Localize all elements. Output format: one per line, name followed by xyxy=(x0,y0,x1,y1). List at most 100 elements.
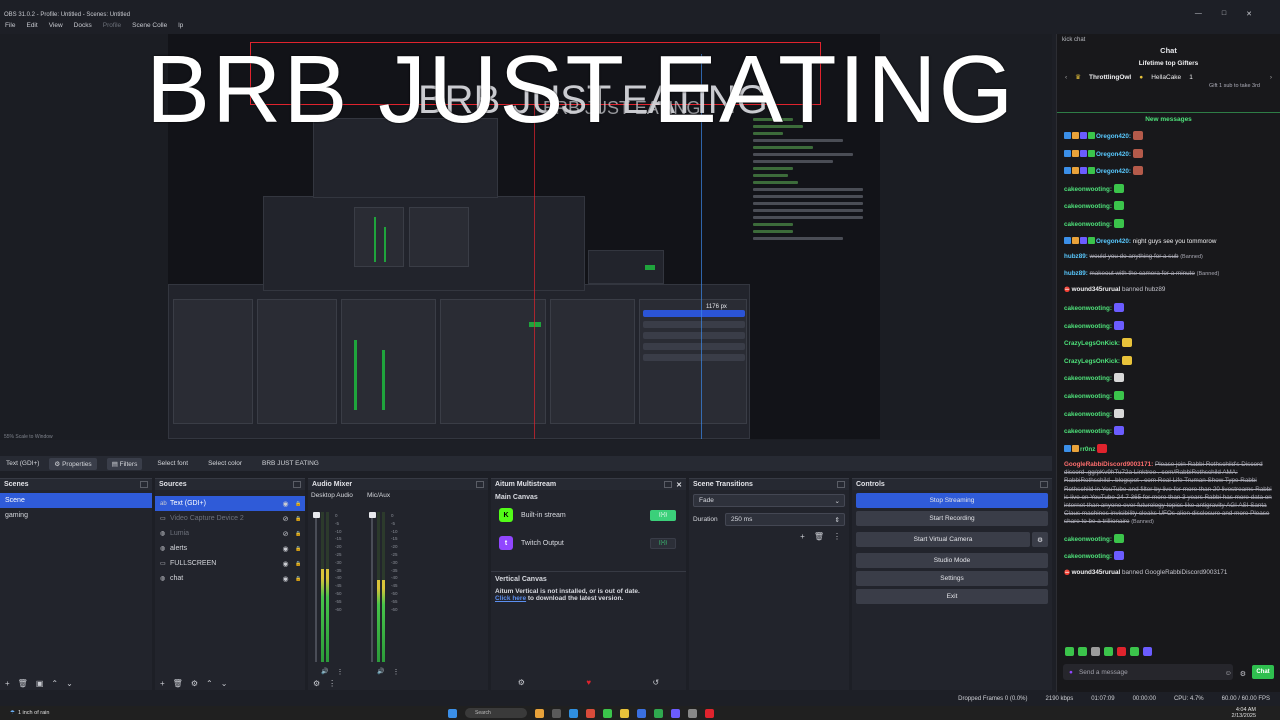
chat-username[interactable]: cakeonwooting: xyxy=(1064,186,1112,193)
app-icon[interactable] xyxy=(535,708,544,718)
emote-icon[interactable] xyxy=(1117,647,1126,656)
lock-icon[interactable]: 🔒 xyxy=(292,531,305,537)
app-icon[interactable] xyxy=(603,708,612,718)
start-recording-button[interactable]: Start Recording xyxy=(856,511,1048,526)
speaker-icon[interactable]: 🔊 xyxy=(377,668,384,676)
menu-view[interactable]: View xyxy=(49,22,63,34)
chat-username[interactable]: cakeonwooting: xyxy=(1064,305,1112,312)
emote-icon[interactable] xyxy=(1104,647,1113,656)
menu-docks[interactable]: Docks xyxy=(74,22,92,34)
chat-username[interactable]: hubz89: xyxy=(1064,270,1088,277)
emote-icon[interactable] xyxy=(1065,647,1074,656)
start-icon[interactable] xyxy=(448,708,457,718)
stream-toggle-button[interactable]: ((•)) xyxy=(650,537,676,549)
app-icon[interactable] xyxy=(705,708,714,718)
speaker-icon[interactable]: 🔊 xyxy=(321,668,328,676)
emote-icon[interactable] xyxy=(1143,647,1152,656)
remove-scene-icon[interactable]: 🗑 xyxy=(18,679,28,688)
menu-help[interactable]: lp xyxy=(178,22,183,34)
chat-username[interactable]: CrazyLegsOnKick: xyxy=(1064,358,1120,365)
add-transition-icon[interactable]: + xyxy=(800,532,805,541)
visibility-eye-icon[interactable]: ⊘ xyxy=(279,515,292,523)
chat-username[interactable]: Oregon420: xyxy=(1096,168,1131,175)
transition-menu-icon[interactable]: ⋮ xyxy=(833,532,841,541)
stream-toggle-button[interactable]: ((•)) xyxy=(650,509,676,521)
transition-select[interactable]: Fade ⌄ xyxy=(693,494,845,507)
source-item[interactable]: ◍ Lumia ⊘ 🔒 xyxy=(155,526,305,541)
chat-username[interactable]: cakeonwooting: xyxy=(1064,375,1112,382)
add-source-button[interactable]: + xyxy=(160,679,165,688)
weather-widget[interactable]: ☂ 1 inch of rain xyxy=(10,710,49,716)
chat-username[interactable]: GoogleRabbiDiscord9003171: xyxy=(1064,461,1153,468)
studio-mode-button[interactable]: Studio Mode xyxy=(856,553,1048,568)
brb-text-source[interactable]: BRB JUST EATING xyxy=(146,34,1015,146)
app-icon[interactable] xyxy=(654,708,663,718)
source-item[interactable]: ▭ Video Capture Device 2 ⊘ 🔒 xyxy=(155,511,305,526)
select-color-button[interactable]: Select color xyxy=(203,458,247,469)
menu-edit[interactable]: Edit xyxy=(26,22,37,34)
app-icon[interactable] xyxy=(586,708,595,718)
start-virtual-camera-button[interactable]: Start Virtual Camera xyxy=(856,532,1030,547)
chat-username[interactable]: wound345rurual xyxy=(1072,286,1121,293)
chat-username[interactable]: Oregon420: xyxy=(1096,133,1131,140)
chat-input[interactable]: ● Send a message xyxy=(1063,664,1233,680)
chat-username[interactable]: wound345rurual xyxy=(1072,569,1121,576)
app-icon[interactable] xyxy=(569,708,578,718)
folder-icon[interactable] xyxy=(620,708,629,718)
remove-transition-icon[interactable]: 🗑 xyxy=(814,532,824,541)
chat-username[interactable]: CrazyLegsOnKick: xyxy=(1064,340,1120,347)
text-value-field[interactable]: BRB JUST EATING xyxy=(257,458,324,469)
undock-icon[interactable] xyxy=(140,481,148,488)
chat-username[interactable]: Oregon420: xyxy=(1096,238,1131,245)
menu-file[interactable]: File xyxy=(5,22,15,34)
refresh-icon[interactable]: ↺ xyxy=(653,678,660,687)
undock-icon[interactable] xyxy=(293,481,301,488)
move-up-icon[interactable]: ⌃ xyxy=(51,679,58,688)
chevron-right-icon[interactable]: › xyxy=(1270,74,1272,81)
menu-scene-collection[interactable]: Scene Colle xyxy=(132,22,167,34)
visibility-eye-icon[interactable]: ◉ xyxy=(279,575,292,583)
lock-icon[interactable]: 🔒 xyxy=(292,546,305,552)
emote-icon[interactable] xyxy=(1091,647,1100,656)
scene-item[interactable]: gaming xyxy=(0,508,152,523)
lock-icon[interactable]: 🔒 xyxy=(292,516,305,522)
source-item[interactable]: ▭ FULLSCREEN ◉ 🔒 xyxy=(155,556,305,571)
scene-filters-icon[interactable]: ▣ xyxy=(36,679,44,688)
chat-username[interactable]: hubz89: xyxy=(1064,253,1088,260)
chevron-left-icon[interactable]: ‹ xyxy=(1065,74,1067,81)
channel-menu-icon[interactable]: ⋮ xyxy=(336,668,343,676)
settings-icon[interactable]: ⚙ xyxy=(1240,670,1246,678)
download-link[interactable]: Click here xyxy=(495,595,526,602)
obs-icon[interactable] xyxy=(688,708,697,718)
visibility-eye-icon[interactable]: ◉ xyxy=(279,545,292,553)
chat-username[interactable]: Oregon420: xyxy=(1096,151,1131,158)
move-down-icon[interactable]: ⌄ xyxy=(66,679,73,688)
minimize-button[interactable]: — xyxy=(1195,10,1202,18)
lock-icon[interactable]: 🔒 xyxy=(292,501,305,507)
chat-username[interactable]: rr0nz xyxy=(1080,446,1095,453)
volume-fader[interactable] xyxy=(313,512,320,662)
add-scene-button[interactable]: + xyxy=(5,679,10,688)
visibility-eye-icon[interactable]: ⊘ xyxy=(279,530,292,538)
source-item[interactable]: ◍ alerts ◉ 🔒 xyxy=(155,541,305,556)
visibility-eye-icon[interactable]: ◉ xyxy=(279,560,292,568)
lock-icon[interactable]: 🔒 xyxy=(292,576,305,582)
mixer-menu-icon[interactable]: ⋮ xyxy=(328,679,336,688)
taskbar-search[interactable]: Search xyxy=(465,708,527,718)
move-up-icon[interactable]: ⌃ xyxy=(206,679,213,688)
fader-knob[interactable] xyxy=(369,512,376,518)
emote-icon[interactable] xyxy=(1078,647,1087,656)
spin-arrows-icon[interactable]: ⇕ xyxy=(835,516,840,524)
source-item[interactable]: ab Text (GDI+) ◉ 🔒 xyxy=(155,496,305,511)
close-button[interactable]: ✕ xyxy=(1246,10,1252,18)
mixer-settings-icon[interactable]: ⚙ xyxy=(313,679,320,688)
visibility-eye-icon[interactable]: ◉ xyxy=(279,500,292,508)
chat-username[interactable]: cakeonwooting: xyxy=(1064,323,1112,330)
chat-username[interactable]: cakeonwooting: xyxy=(1064,221,1112,228)
select-font-button[interactable]: Select font xyxy=(152,458,193,469)
close-icon[interactable]: ✕ xyxy=(676,481,682,489)
volume-fader[interactable] xyxy=(369,512,376,662)
taskbar-clock[interactable]: 4:04 AM 2/13/2025 xyxy=(1232,707,1256,719)
stop-streaming-button[interactable]: Stop Streaming xyxy=(856,493,1048,508)
remove-source-icon[interactable]: 🗑 xyxy=(173,679,183,688)
